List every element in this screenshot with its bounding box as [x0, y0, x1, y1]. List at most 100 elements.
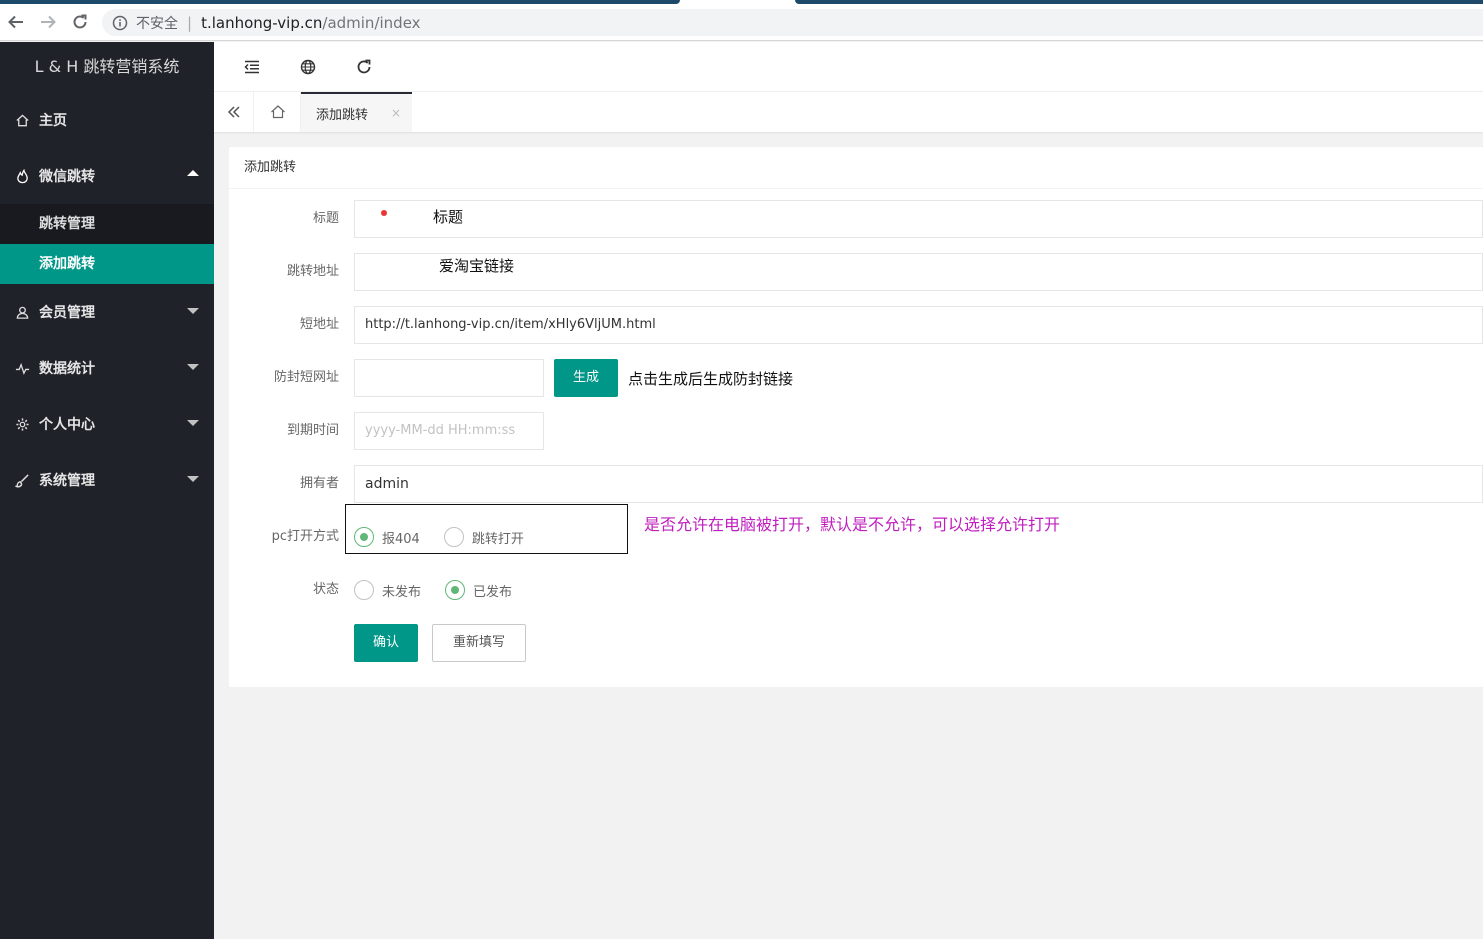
double-chevron-left-icon [227, 106, 240, 118]
form-row-pc-open: pc打开方式 报404 跳转打开 是否允许在电脑被打开，默认是不允许，可以选择允… [229, 504, 1483, 556]
arrow-right-icon [41, 15, 56, 29]
reset-button[interactable]: 重新填写 [432, 624, 526, 662]
form-row-owner: 拥有者 admin [229, 465, 1483, 503]
collapse-sidebar-button[interactable] [241, 56, 263, 78]
wechat-jump-submenu: 跳转管理 添加跳转 [0, 204, 214, 284]
expire-date-input[interactable]: yyyy-MM-dd HH:mm:ss [354, 412, 544, 450]
page-tabs-bar: 添加跳转 × [214, 92, 1483, 132]
website-button[interactable] [297, 56, 319, 78]
pc-open-label: pc打开方式 [271, 529, 339, 544]
gear-icon [14, 416, 30, 432]
url-host: t.lanhong-vip.cn [201, 13, 323, 32]
insecure-label: 不安全 [136, 15, 178, 32]
address-separator: | [187, 13, 193, 32]
sidebar-item-wechat-jump[interactable]: 微信跳转 [0, 148, 214, 204]
radio-unchecked-icon [443, 527, 464, 547]
fire-icon [14, 168, 30, 184]
short-url-label: 短地址 [299, 317, 339, 332]
brush-icon [14, 472, 30, 488]
status-radio-group: 未发布 已发布 [354, 571, 536, 609]
form-row-title: 标题 标题 [229, 200, 1483, 238]
owner-input[interactable]: admin [354, 465, 1483, 503]
sidebar-item-statistics[interactable]: 数据统计 [0, 340, 214, 396]
reload-button[interactable] [68, 10, 92, 34]
back-button[interactable] [4, 10, 28, 34]
sidebar: L & H 跳转营销系统 主页 微信跳转 跳转管理 添加跳转 会员管理 数据统计 [0, 42, 214, 939]
sidebar-item-members[interactable]: 会员管理 [0, 284, 214, 340]
sidebar-item-label: 会员管理 [39, 305, 95, 321]
anti-block-input[interactable] [354, 359, 544, 397]
form-row-jump-url: 跳转地址 爱淘宝链接 [229, 253, 1483, 291]
radio-checked-icon [354, 527, 374, 547]
info-icon[interactable] [112, 15, 128, 31]
caret-up-icon [187, 170, 199, 176]
sidebar-item-label: 数据统计 [39, 361, 95, 377]
tab-add-jump[interactable]: 添加跳转 × [301, 92, 412, 132]
required-dot [381, 210, 387, 216]
short-url-input[interactable]: http://t.lanhong-vip.cn/item/xHly6VljUM.… [354, 306, 1483, 344]
sidebar-item-home[interactable]: 主页 [0, 92, 214, 148]
radio-label: 未发布 [382, 584, 422, 600]
pulse-icon [14, 360, 30, 376]
generate-button[interactable]: 生成 [554, 359, 618, 397]
tab-label: 添加跳转 [316, 107, 369, 123]
radio-jump-open[interactable]: 跳转打开 [443, 527, 524, 547]
address-bar[interactable]: 不安全 | t.lanhong-vip.cn/admin/index [102, 9, 1483, 36]
sidebar-item-profile[interactable]: 个人中心 [0, 396, 214, 452]
caret-down-icon [187, 308, 199, 314]
radio-published[interactable]: 已发布 [445, 580, 512, 600]
home-tab[interactable] [255, 92, 301, 132]
indent-icon [244, 60, 259, 74]
expire-placeholder: yyyy-MM-dd HH:mm:ss [365, 423, 516, 438]
title-label: 标题 [312, 211, 339, 226]
form-row-anti-block: 防封短网址 生成 点击生成后生成防封链接 [229, 359, 1483, 397]
arrow-left-icon [8, 15, 23, 29]
jump-url-label: 跳转地址 [286, 264, 339, 279]
url-path: /admin/index [322, 13, 421, 32]
sidebar-item-label: 主页 [39, 113, 67, 129]
app-logo: L & H 跳转营销系统 [0, 42, 214, 92]
top-header [214, 42, 1483, 92]
radio-label: 已发布 [473, 584, 513, 600]
sidebar-item-label: 个人中心 [39, 417, 95, 433]
home-icon [14, 112, 30, 128]
status-label: 状态 [312, 582, 339, 597]
forward-button[interactable] [36, 10, 60, 34]
refresh-button[interactable] [353, 56, 375, 78]
tabs-scroll-left-button[interactable] [214, 92, 254, 132]
sidebar-item-label: 系统管理 [39, 473, 95, 489]
card-title: 添加跳转 [229, 147, 1483, 189]
radio-label: 跳转打开 [471, 531, 524, 547]
radio-unpublished[interactable]: 未发布 [354, 580, 421, 600]
sidebar-item-label: 微信跳转 [39, 169, 95, 185]
user-icon [14, 304, 30, 320]
radio-unchecked-icon [354, 580, 374, 600]
caret-down-icon [187, 476, 199, 482]
jump-url-annotation: 爱淘宝链接 [439, 257, 515, 275]
confirm-button[interactable]: 确认 [354, 624, 418, 662]
home-icon [270, 105, 285, 119]
pc-open-note: 是否允许在电脑被打开，默认是不允许，可以选择允许打开 [644, 515, 1061, 534]
reload-icon [73, 14, 87, 29]
globe-icon [300, 59, 316, 75]
sidebar-item-system[interactable]: 系统管理 [0, 452, 214, 508]
refresh-icon [357, 59, 371, 74]
sidebar-subitem-add-jump[interactable]: 添加跳转 [0, 244, 214, 284]
pc-open-radio-group: 报404 跳转打开 [354, 518, 548, 556]
anti-block-label: 防封短网址 [273, 370, 339, 385]
caret-down-icon [187, 420, 199, 426]
form-row-expire: 到期时间 yyyy-MM-dd HH:mm:ss [229, 412, 1483, 450]
jump-url-input[interactable] [354, 253, 1483, 291]
add-jump-card: 添加跳转 标题 标题 跳转地址 爱淘宝链接 短地址 http://t.lanho… [229, 147, 1483, 687]
generate-note: 点击生成后生成防封链接 [628, 370, 794, 388]
caret-down-icon [187, 364, 199, 370]
radio-label: 报404 [382, 531, 420, 547]
browser-toolbar: 不安全 | t.lanhong-vip.cn/admin/index [0, 4, 1483, 41]
title-input[interactable] [354, 200, 1483, 238]
form-row-status: 状态 未发布 已发布 [229, 571, 1483, 609]
sidebar-subitem-jump-manage[interactable]: 跳转管理 [0, 204, 214, 244]
expire-label: 到期时间 [286, 423, 339, 438]
form-row-short-url: 短地址 http://t.lanhong-vip.cn/item/xHly6Vl… [229, 306, 1483, 344]
radio-report-404[interactable]: 报404 [354, 527, 420, 547]
close-icon[interactable]: × [391, 106, 401, 120]
